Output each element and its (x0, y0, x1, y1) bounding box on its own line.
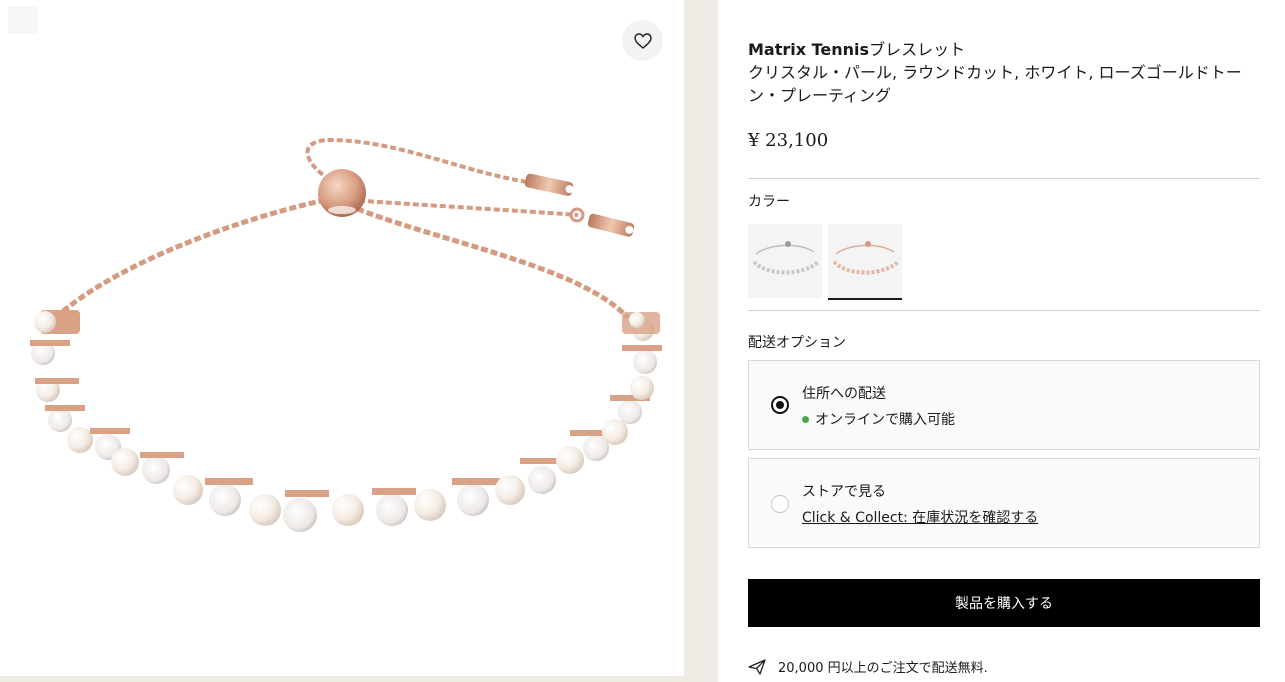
product-image-pane (0, 0, 684, 676)
availability-text: オンラインで購入可能 (815, 412, 955, 428)
divider (748, 178, 1260, 179)
radio-home-delivery[interactable] (771, 396, 789, 414)
product-type: ブレスレット (869, 40, 966, 59)
product-image (30, 137, 662, 532)
shipping-note-text: 20,000 円以上のご注文で配送無料. (778, 661, 988, 676)
heart-icon (633, 32, 652, 49)
availability-status: オンラインで購入可能 (802, 409, 955, 429)
delivery-option-title: 住所への配送 (802, 386, 886, 402)
color-swatch-silver[interactable] (748, 224, 822, 298)
delivery-option-store[interactable]: ストアで見る Click & Collect: 在庫状況を確認する (748, 458, 1260, 548)
color-swatch-rose-gold[interactable] (828, 224, 902, 300)
radio-store-pickup[interactable] (771, 495, 789, 513)
paper-plane-icon (748, 658, 766, 675)
product-price: ¥ 23,100 (748, 130, 829, 151)
product-name: Matrix Tennis (748, 40, 870, 59)
status-dot-icon (802, 415, 809, 423)
product-description: クリスタル・パール, ラウンドカット, ホワイト, ローズゴールドトーン・プレー… (748, 63, 1242, 105)
image-bottom-strip (0, 676, 684, 682)
delivery-section-label: 配送オプション (748, 335, 846, 351)
store-option-title: ストアで見る (802, 484, 886, 500)
silver-bracelet-thumbnail (752, 241, 820, 275)
rose-gold-bracelet-thumbnail (832, 241, 900, 275)
image-side-strip (684, 0, 718, 682)
product-title: Matrix Tennisブレスレット クリスタル・パール, ラウンドカット, … (748, 38, 1260, 107)
buy-button[interactable]: 製品を購入する (748, 579, 1260, 627)
divider (748, 310, 1260, 311)
delivery-option-home[interactable]: 住所への配送 オンラインで購入可能 (748, 360, 1260, 450)
click-collect-link[interactable]: Click & Collect: 在庫状況を確認する (802, 507, 1038, 527)
shipping-note: 20,000 円以上のご注文で配送無料. (748, 657, 988, 676)
wishlist-button[interactable] (622, 20, 663, 61)
color-section-label: カラー (748, 194, 790, 210)
